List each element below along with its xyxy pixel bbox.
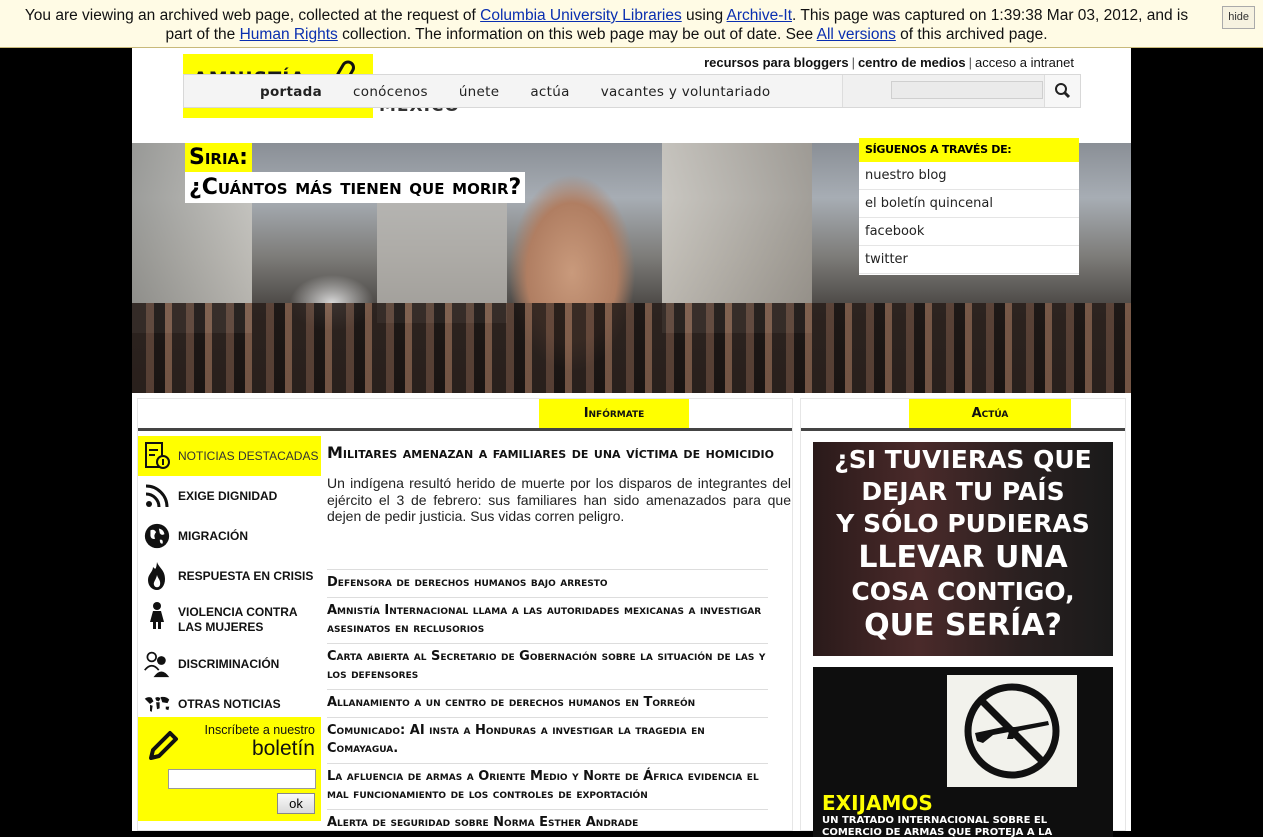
newsletter-ok-button[interactable]: ok bbox=[277, 793, 315, 814]
search-area bbox=[842, 75, 1080, 107]
hero-headline-question[interactable]: ¿Cuántos más tienen que morir? bbox=[185, 172, 526, 203]
news-headline-list: Defensora de derechos humanos bajo arres… bbox=[327, 569, 768, 837]
fire-icon bbox=[143, 562, 171, 590]
news-headline[interactable]: Amnistía Internacional llama a las autor… bbox=[327, 597, 768, 643]
separator: | bbox=[968, 55, 972, 70]
category-label: RESPUESTA EN CRISIS bbox=[178, 569, 314, 583]
newsletter-heading: boletín bbox=[251, 737, 315, 760]
newsletter-prompt: Inscríbete a nuestro bbox=[204, 723, 315, 737]
category-exige-dignidad[interactable]: EXIGE DIGNIDAD bbox=[138, 476, 321, 516]
category-violencia-mujeres[interactable]: VIOLENCIA CONTRA LAS MUJERES bbox=[138, 596, 321, 644]
media-center-link[interactable]: centro de medios bbox=[858, 55, 966, 70]
arms-treaty-banner[interactable]: EXIJAMOS UN TRATADO INTERNACIONAL SOBRE … bbox=[813, 667, 1113, 837]
category-label: NOTICIAS DESTACADAS bbox=[178, 449, 319, 463]
category-label: VIOLENCIA CONTRA LAS MUJERES bbox=[178, 605, 298, 634]
category-list: NOTICIAS DESTACADAS EXIGE DIGNIDAD MIGRA… bbox=[138, 436, 321, 724]
category-migracion[interactable]: MIGRACIÓN bbox=[138, 516, 321, 556]
pencil-icon bbox=[146, 729, 180, 771]
separator: | bbox=[851, 55, 855, 70]
bloggers-resources-link[interactable]: recursos para bloggers bbox=[704, 55, 849, 70]
archive-text-2: using bbox=[681, 7, 727, 24]
follow-link-facebook[interactable]: facebook bbox=[859, 218, 1079, 246]
category-respuesta-crisis[interactable]: RESPUESTA EN CRISIS bbox=[138, 556, 321, 596]
globe-icon bbox=[143, 522, 171, 550]
all-versions-link[interactable]: All versions bbox=[817, 26, 896, 43]
top-links: recursos para bloggers | centro de medios |… bbox=[704, 55, 1074, 70]
archive-notice-banner: You are viewing an archived web page, co… bbox=[0, 0, 1263, 48]
category-discriminacion[interactable]: DISCRIMINACIÓN bbox=[138, 644, 321, 684]
intranet-link[interactable]: acceso a intranet bbox=[975, 55, 1074, 70]
newsletter-email-input[interactable] bbox=[168, 769, 316, 789]
nav-item-conocenos[interactable]: conócenos bbox=[353, 84, 428, 100]
human-rights-collection-link[interactable]: Human Rights bbox=[240, 26, 338, 43]
category-label: MIGRACIÓN bbox=[178, 529, 248, 543]
follow-us-title: SÍGUENOS A TRAVÉS DE: bbox=[859, 138, 1079, 162]
banner-line: DEJAR TU PAÍS bbox=[861, 477, 1065, 506]
category-noticias-destacadas[interactable]: NOTICIAS DESTACADAS bbox=[138, 436, 321, 476]
search-icon bbox=[1055, 83, 1071, 99]
search-button[interactable] bbox=[1044, 75, 1080, 107]
featured-news: Militares amenazan a familiares de una v… bbox=[327, 441, 791, 525]
follow-link-blog[interactable]: nuestro blog bbox=[859, 162, 1079, 190]
news-headline[interactable]: Defensora de derechos humanos bajo arres… bbox=[327, 569, 768, 597]
banner-line: LLEVAR UNA bbox=[858, 540, 1068, 575]
hero-headline-country[interactable]: Siria: bbox=[185, 143, 252, 172]
banner-line: Y SÓLO PUDIERAS bbox=[836, 509, 1090, 538]
category-label: DISCRIMINACIÓN bbox=[178, 657, 280, 671]
tab-informate[interactable]: Infórmate bbox=[539, 399, 689, 428]
actua-tab-bar: Actúa bbox=[801, 399, 1125, 431]
no-weapons-icon bbox=[964, 683, 1060, 779]
rss-icon bbox=[143, 482, 171, 510]
woman-icon bbox=[143, 602, 171, 630]
follow-link-twitter[interactable]: twitter bbox=[859, 246, 1079, 274]
news-headline[interactable]: Allanamiento a un centro de derechos hum… bbox=[327, 689, 768, 717]
nav-item-actua[interactable]: actúa bbox=[530, 84, 569, 100]
banner-line: COSA CONTIGO, bbox=[851, 577, 1075, 606]
hide-banner-button[interactable]: hide bbox=[1222, 6, 1255, 29]
nav-item-vacantes[interactable]: vacantes y voluntariado bbox=[601, 84, 771, 100]
archive-text-1: You are viewing an archived web page, co… bbox=[24, 7, 481, 24]
featured-news-title[interactable]: Militares amenazan a familiares de una v… bbox=[327, 441, 791, 464]
informate-tab-bar: Infórmate bbox=[138, 399, 792, 431]
arms-banner-text: UN TRATADO INTERNACIONAL SOBRE EL COMERC… bbox=[822, 815, 1053, 837]
nav-item-unete[interactable]: únete bbox=[459, 84, 500, 100]
content-area: Infórmate NOTICIAS DESTACADAS EXIGE DIGN… bbox=[132, 393, 1131, 837]
arms-banner-title: EXIJAMOS bbox=[822, 791, 933, 815]
main-navigation: portada conócenos únete actúa vacantes y… bbox=[183, 74, 1081, 108]
newsletter-signup: Inscríbete a nuestro boletín ok bbox=[138, 717, 321, 821]
follow-link-newsletter[interactable]: el boletín quincenal bbox=[859, 190, 1079, 218]
search-input[interactable] bbox=[891, 81, 1043, 99]
columbia-libraries-link[interactable]: Columbia University Libraries bbox=[480, 7, 682, 24]
hero-crowd bbox=[132, 303, 1131, 393]
category-label: OTRAS NOTICIAS bbox=[178, 697, 281, 711]
news-headline[interactable]: Alerta de seguridad sobre Norma Esther A… bbox=[327, 809, 768, 837]
banner-line: QUE SERÍA? bbox=[864, 608, 1062, 643]
archive-text-5: of this archived page. bbox=[895, 26, 1048, 43]
news-document-icon bbox=[143, 442, 171, 470]
world-map-icon bbox=[143, 690, 171, 718]
news-headline[interactable]: La afluencia de armas a Oriente Medio y … bbox=[327, 763, 768, 809]
refugee-campaign-banner[interactable]: ¿SI TUVIERAS QUE DEJAR TU PAÍS Y SÓLO PU… bbox=[813, 442, 1113, 656]
page-canvas: AMNISTÍA MÉXICO recursos para bloggers|c… bbox=[132, 48, 1131, 837]
category-label: EXIGE DIGNIDAD bbox=[178, 489, 278, 503]
tab-actua[interactable]: Actúa bbox=[909, 399, 1071, 428]
refugee-banner-text: ¿SI TUVIERAS QUE DEJAR TU PAÍS Y SÓLO PU… bbox=[813, 444, 1113, 644]
archive-text-4: collection. The information on this web … bbox=[337, 26, 817, 43]
people-icon bbox=[143, 650, 171, 678]
informate-panel: Infórmate NOTICIAS DESTACADAS EXIGE DIGN… bbox=[137, 398, 793, 831]
actua-panel: Actúa ¿SI TUVIERAS QUE DEJAR TU PAÍS Y S… bbox=[800, 398, 1126, 837]
news-headline[interactable]: Comunicado: AI insta a Honduras a invest… bbox=[327, 717, 768, 763]
banner-line: ¿SI TUVIERAS QUE bbox=[834, 445, 1092, 474]
archive-it-link[interactable]: Archive-It bbox=[727, 7, 792, 24]
nav-item-portada[interactable]: portada bbox=[260, 84, 322, 100]
featured-news-summary: Un indígena resultó herido de muerte por… bbox=[327, 475, 791, 524]
follow-us-box: SÍGUENOS A TRAVÉS DE: nuestro blog el bo… bbox=[859, 138, 1079, 275]
news-headline[interactable]: Carta abierta al Secretario de Gobernaci… bbox=[327, 643, 768, 689]
